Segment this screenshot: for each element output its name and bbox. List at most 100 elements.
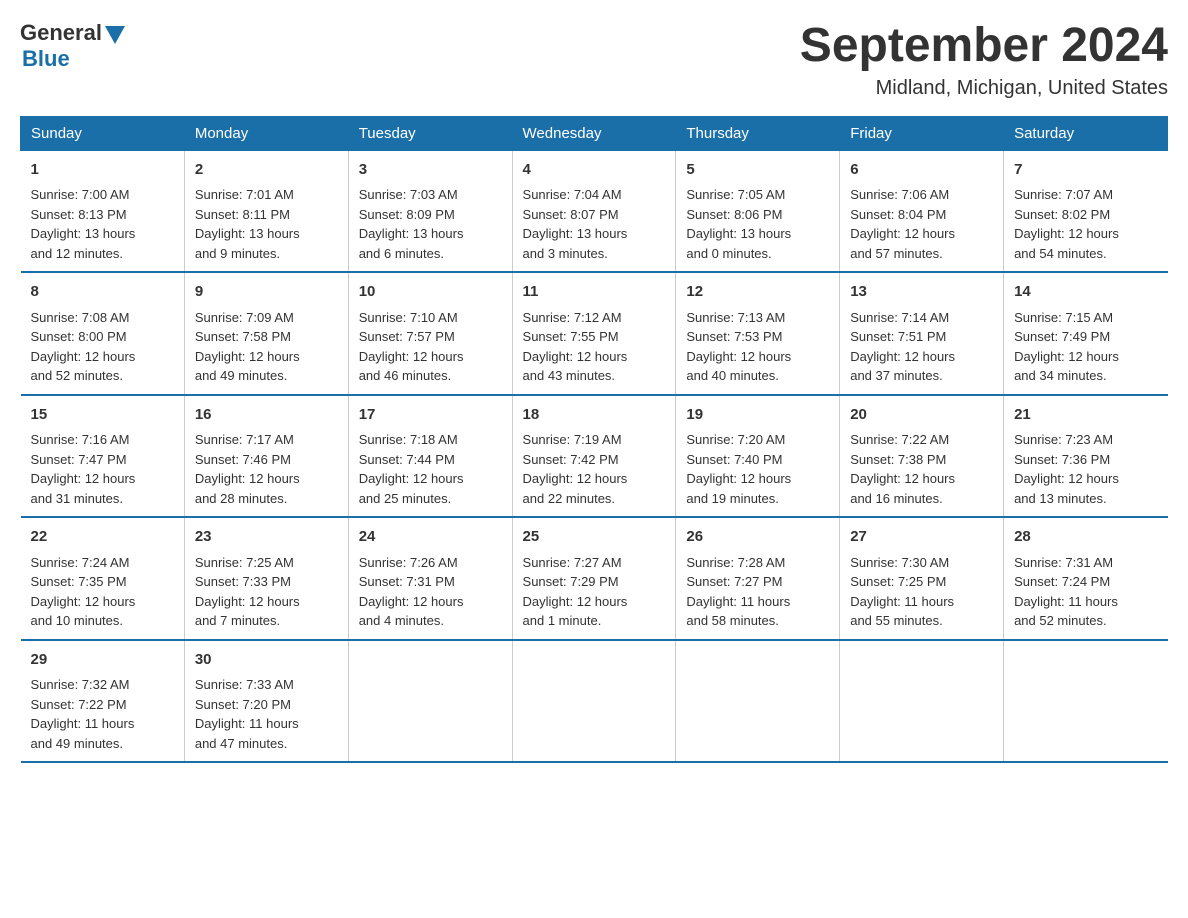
calendar-cell: 27Sunrise: 7:30 AM Sunset: 7:25 PM Dayli… — [840, 517, 1004, 640]
day-info: Sunrise: 7:05 AM Sunset: 8:06 PM Dayligh… — [686, 185, 829, 263]
calendar-cell: 5 Sunrise: 7:05 AM Sunset: 8:06 PM Daylig… — [676, 150, 840, 272]
calendar-cell: 20 Sunrise: 7:22 AM Sunset: 7:38 PM Dayli… — [840, 395, 1004, 518]
calendar-cell: 16 Sunrise: 7:17 AM Sunset: 7:46 PM Dayli… — [184, 395, 348, 518]
day-number: 22 — [31, 526, 174, 549]
calendar-cell: 11 Sunrise: 7:12 AM Sunset: 7:55 PM Dayli… — [512, 272, 676, 395]
day-number: 30 — [195, 649, 338, 672]
calendar-cell: 26Sunrise: 7:28 AM Sunset: 7:27 PM Dayli… — [676, 517, 840, 640]
day-info: Sunrise: 7:10 AM Sunset: 7:57 PM Dayligh… — [359, 308, 502, 386]
day-number: 13 — [850, 281, 993, 304]
day-number: 14 — [1014, 281, 1157, 304]
day-info: Sunrise: 7:06 AM Sunset: 8:04 PM Dayligh… — [850, 185, 993, 263]
day-info: Sunrise: 7:18 AM Sunset: 7:44 PM Dayligh… — [359, 430, 502, 508]
day-info: Sunrise: 7:07 AM Sunset: 8:02 PM Dayligh… — [1014, 185, 1157, 263]
calendar-week-row: 8 Sunrise: 7:08 AM Sunset: 8:00 PM Daylig… — [21, 272, 1168, 395]
header-day-saturday: Saturday — [1004, 116, 1168, 150]
header-day-thursday: Thursday — [676, 116, 840, 150]
title-section: September 2024 Midland, Michigan, United… — [800, 20, 1168, 100]
day-number: 10 — [359, 281, 502, 304]
day-info: Sunrise: 7:13 AM Sunset: 7:53 PM Dayligh… — [686, 308, 829, 386]
calendar-cell: 12 Sunrise: 7:13 AM Sunset: 7:53 PM Dayli… — [676, 272, 840, 395]
calendar-cell: 28Sunrise: 7:31 AM Sunset: 7:24 PM Dayli… — [1004, 517, 1168, 640]
logo-general: General — [20, 20, 102, 46]
day-info: Sunrise: 7:16 AM Sunset: 7:47 PM Dayligh… — [31, 430, 174, 508]
day-info: Sunrise: 7:33 AM Sunset: 7:20 PM Dayligh… — [195, 675, 338, 753]
calendar-cell: 17 Sunrise: 7:18 AM Sunset: 7:44 PM Dayli… — [348, 395, 512, 518]
calendar-week-row: 22 Sunrise: 7:24 AM Sunset: 7:35 PM Dayli… — [21, 517, 1168, 640]
day-number: 18 — [523, 404, 666, 427]
calendar-cell: 7 Sunrise: 7:07 AM Sunset: 8:02 PM Daylig… — [1004, 150, 1168, 272]
calendar-cell: 15 Sunrise: 7:16 AM Sunset: 7:47 PM Dayli… — [21, 395, 185, 518]
calendar-cell: 25 Sunrise: 7:27 AM Sunset: 7:29 PM Dayli… — [512, 517, 676, 640]
calendar-week-row: 15 Sunrise: 7:16 AM Sunset: 7:47 PM Dayli… — [21, 395, 1168, 518]
day-number: 4 — [523, 159, 666, 182]
page-header: General Blue September 2024 Midland, Mic… — [20, 20, 1168, 100]
calendar-subtitle: Midland, Michigan, United States — [800, 77, 1168, 100]
day-info: Sunrise: 7:19 AM Sunset: 7:42 PM Dayligh… — [523, 430, 666, 508]
day-number: 8 — [31, 281, 174, 304]
day-number: 12 — [686, 281, 829, 304]
day-number: 15 — [31, 404, 174, 427]
day-number: 27 — [850, 526, 993, 549]
day-info: Sunrise: 7:32 AM Sunset: 7:22 PM Dayligh… — [31, 675, 174, 753]
calendar-cell: 1 Sunrise: 7:00 AM Sunset: 8:13 PM Daylig… — [21, 150, 185, 272]
day-number: 11 — [523, 281, 666, 304]
calendar-cell — [348, 640, 512, 763]
calendar-cell: 21Sunrise: 7:23 AM Sunset: 7:36 PM Dayli… — [1004, 395, 1168, 518]
day-info: Sunrise: 7:15 AM Sunset: 7:49 PM Dayligh… — [1014, 308, 1157, 386]
calendar-cell: 2 Sunrise: 7:01 AM Sunset: 8:11 PM Daylig… — [184, 150, 348, 272]
day-info: Sunrise: 7:12 AM Sunset: 7:55 PM Dayligh… — [523, 308, 666, 386]
day-info: Sunrise: 7:27 AM Sunset: 7:29 PM Dayligh… — [523, 553, 666, 631]
day-number: 25 — [523, 526, 666, 549]
calendar-cell: 3Sunrise: 7:03 AM Sunset: 8:09 PM Daylig… — [348, 150, 512, 272]
day-number: 26 — [686, 526, 829, 549]
calendar-week-row: 1 Sunrise: 7:00 AM Sunset: 8:13 PM Daylig… — [21, 150, 1168, 272]
day-info: Sunrise: 7:08 AM Sunset: 8:00 PM Dayligh… — [31, 308, 174, 386]
header-day-wednesday: Wednesday — [512, 116, 676, 150]
calendar-cell: 30 Sunrise: 7:33 AM Sunset: 7:20 PM Dayli… — [184, 640, 348, 763]
day-number: 5 — [686, 159, 829, 182]
day-info: Sunrise: 7:17 AM Sunset: 7:46 PM Dayligh… — [195, 430, 338, 508]
day-number: 20 — [850, 404, 993, 427]
day-number: 2 — [195, 159, 338, 182]
calendar-week-row: 29Sunrise: 7:32 AM Sunset: 7:22 PM Dayli… — [21, 640, 1168, 763]
calendar-cell: 23Sunrise: 7:25 AM Sunset: 7:33 PM Dayli… — [184, 517, 348, 640]
day-number: 23 — [195, 526, 338, 549]
calendar-cell: 10 Sunrise: 7:10 AM Sunset: 7:57 PM Dayli… — [348, 272, 512, 395]
header-day-friday: Friday — [840, 116, 1004, 150]
calendar-cell: 24 Sunrise: 7:26 AM Sunset: 7:31 PM Dayli… — [348, 517, 512, 640]
day-info: Sunrise: 7:26 AM Sunset: 7:31 PM Dayligh… — [359, 553, 502, 631]
day-info: Sunrise: 7:00 AM Sunset: 8:13 PM Dayligh… — [31, 185, 174, 263]
calendar-cell — [512, 640, 676, 763]
day-number: 19 — [686, 404, 829, 427]
calendar-cell: 4 Sunrise: 7:04 AM Sunset: 8:07 PM Daylig… — [512, 150, 676, 272]
calendar-cell — [676, 640, 840, 763]
logo-triangle-icon — [105, 26, 125, 44]
calendar-cell: 9Sunrise: 7:09 AM Sunset: 7:58 PM Daylig… — [184, 272, 348, 395]
day-number: 16 — [195, 404, 338, 427]
logo-blue: Blue — [22, 46, 70, 72]
calendar-cell: 8 Sunrise: 7:08 AM Sunset: 8:00 PM Daylig… — [21, 272, 185, 395]
day-info: Sunrise: 7:14 AM Sunset: 7:51 PM Dayligh… — [850, 308, 993, 386]
day-info: Sunrise: 7:24 AM Sunset: 7:35 PM Dayligh… — [31, 553, 174, 631]
day-info: Sunrise: 7:01 AM Sunset: 8:11 PM Dayligh… — [195, 185, 338, 263]
day-info: Sunrise: 7:20 AM Sunset: 7:40 PM Dayligh… — [686, 430, 829, 508]
calendar-cell: 6Sunrise: 7:06 AM Sunset: 8:04 PM Daylig… — [840, 150, 1004, 272]
header-day-tuesday: Tuesday — [348, 116, 512, 150]
calendar-cell — [1004, 640, 1168, 763]
day-info: Sunrise: 7:04 AM Sunset: 8:07 PM Dayligh… — [523, 185, 666, 263]
day-info: Sunrise: 7:23 AM Sunset: 7:36 PM Dayligh… — [1014, 430, 1157, 508]
calendar-cell: 14 Sunrise: 7:15 AM Sunset: 7:49 PM Dayli… — [1004, 272, 1168, 395]
calendar-table: SundayMondayTuesdayWednesdayThursdayFrid… — [20, 116, 1168, 764]
day-number: 24 — [359, 526, 502, 549]
day-info: Sunrise: 7:03 AM Sunset: 8:09 PM Dayligh… — [359, 185, 502, 263]
header-day-monday: Monday — [184, 116, 348, 150]
day-info: Sunrise: 7:22 AM Sunset: 7:38 PM Dayligh… — [850, 430, 993, 508]
day-number: 7 — [1014, 159, 1157, 182]
calendar-cell: 18 Sunrise: 7:19 AM Sunset: 7:42 PM Dayli… — [512, 395, 676, 518]
day-number: 9 — [195, 281, 338, 304]
day-number: 1 — [31, 159, 174, 182]
day-number: 17 — [359, 404, 502, 427]
header-day-sunday: Sunday — [21, 116, 185, 150]
day-info: Sunrise: 7:31 AM Sunset: 7:24 PM Dayligh… — [1014, 553, 1157, 631]
